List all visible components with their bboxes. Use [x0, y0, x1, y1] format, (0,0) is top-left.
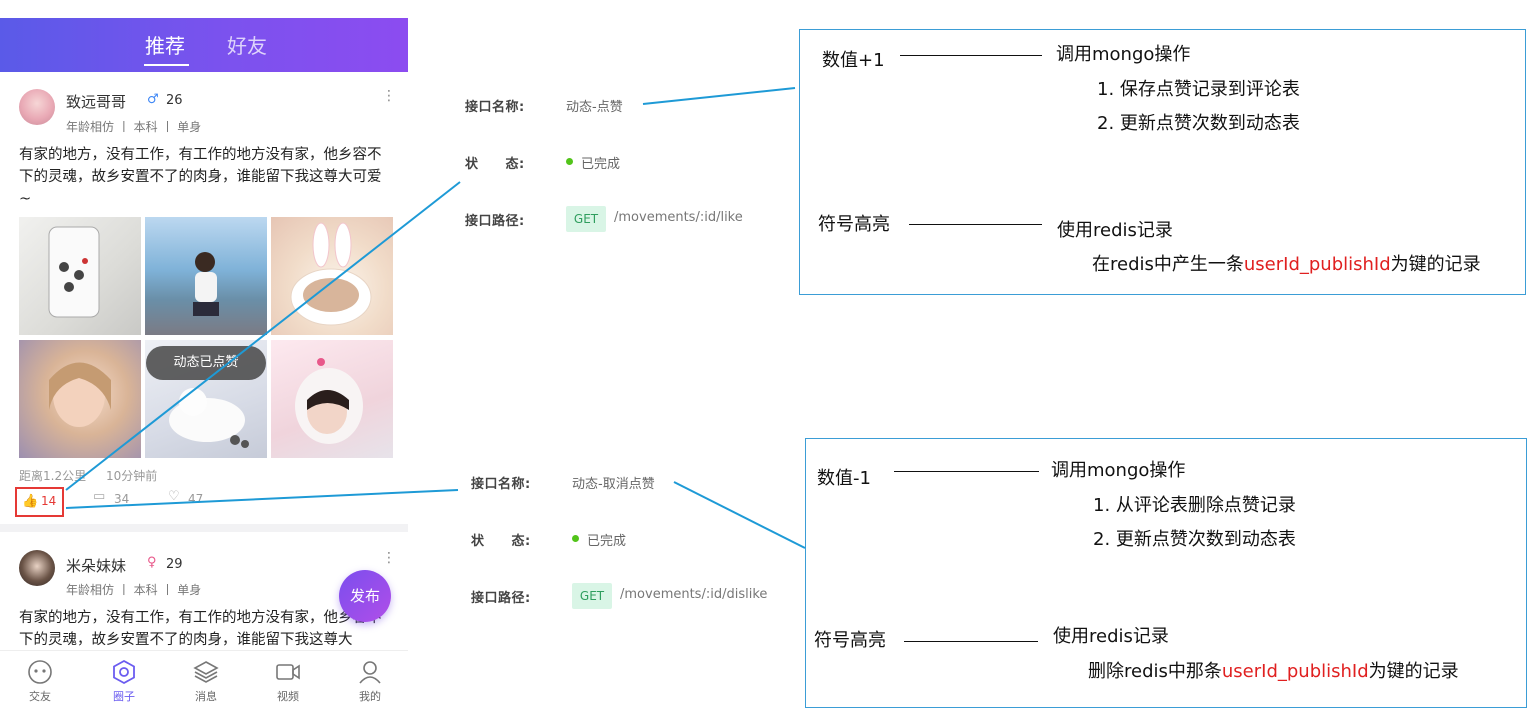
connector-dislike-to-box [673, 481, 806, 549]
coffee-cup-illustration [290, 222, 372, 326]
connector-like-to-box [642, 87, 796, 105]
mongo-title: 调用mongo操作 [1051, 460, 1186, 481]
http-method-badge: GET [572, 583, 612, 609]
portrait-illustration [49, 362, 111, 427]
user-meta: 年龄相仿 丨 本科 丨 单身 [66, 583, 202, 597]
top-bar: 推荐 好友 [0, 18, 408, 72]
api-path: /movements/:id/dislike [620, 587, 768, 602]
more-options-icon[interactable]: ⋮ [382, 88, 396, 104]
username[interactable]: 米朵妹妹 [66, 555, 126, 576]
avatar[interactable] [19, 550, 55, 586]
highlight-label: 符号高亮 [814, 630, 886, 651]
post-image[interactable] [145, 217, 267, 335]
bottom-nav: 交友 圈子 消息 视频 我的 [0, 650, 408, 708]
post-image[interactable] [271, 217, 393, 335]
thumbs-up-icon: 👍 [22, 494, 39, 509]
like-button[interactable]: 👍 14 [15, 487, 64, 517]
love-count: 47 [188, 492, 204, 506]
api-path: /movements/:id/like [614, 210, 743, 225]
api-status-label: 状 态: [471, 534, 531, 549]
video-icon [276, 664, 300, 680]
mongo-step: 1. 从评论表删除点赞记录 [1093, 495, 1296, 516]
nav-label: 圈子 [113, 690, 135, 703]
nav-label: 我的 [359, 690, 381, 703]
tab-friends[interactable]: 好友 [227, 30, 267, 59]
status-dot [572, 535, 579, 542]
heart-icon[interactable]: ♡ [168, 489, 180, 504]
api-status: 已完成 [587, 534, 627, 549]
user-age: 29 [166, 557, 183, 572]
comment-count: 34 [114, 492, 130, 506]
like-count: 14 [41, 494, 57, 508]
redis-description: 在redis中产生一条userId_publishId为键的记录 [1092, 254, 1481, 275]
post-divider [0, 524, 408, 532]
beach-girl-illustration [193, 252, 219, 316]
connector-line [900, 55, 1042, 56]
mongo-step: 2. 更新点赞次数到动态表 [1097, 113, 1300, 134]
redis-key: userId_publishId [1243, 254, 1391, 275]
post-image-grid: 动态已点赞 [19, 217, 393, 458]
redis-title: 使用redis记录 [1057, 220, 1173, 241]
api-name-label: 接口名称: [471, 477, 531, 492]
layers-icon [193, 661, 219, 683]
girl-hood-illustration [295, 358, 363, 444]
highlight-label: 符号高亮 [818, 214, 890, 235]
http-method-badge: GET [566, 206, 606, 232]
user-icon [359, 661, 381, 684]
post-text: 有家的地方，没有工作，有工作的地方没有家，他乡容不下的灵魂，故乡安置不了的肉身，… [19, 610, 382, 648]
post-image[interactable] [19, 340, 141, 458]
nav-item-messages[interactable]: 消息 [176, 651, 236, 708]
nav-item-circle[interactable]: 圈子 [94, 651, 154, 708]
nav-item-friends[interactable]: 交友 [10, 651, 70, 708]
api-path-label: 接口路径: [471, 591, 531, 606]
redis-description: 删除redis中那条userId_publishId为键的记录 [1088, 661, 1459, 682]
nav-label: 交友 [29, 690, 51, 703]
post-image[interactable] [271, 340, 393, 458]
nav-label: 消息 [195, 690, 217, 703]
post-time: 10分钟前 [106, 469, 158, 483]
user-meta: 年龄相仿 丨 本科 丨 单身 [66, 120, 202, 134]
tab-recommend[interactable]: 推荐 [145, 30, 185, 59]
mongo-step: 1. 保存点赞记录到评论表 [1097, 79, 1300, 100]
nav-label: 视频 [277, 690, 299, 703]
status-dot [566, 158, 573, 165]
api-status: 已完成 [581, 157, 621, 172]
chat-face-icon [28, 660, 52, 684]
api-name: 动态-点赞 [566, 100, 623, 115]
male-icon: ♂ [147, 92, 159, 107]
mongo-step: 2. 更新点赞次数到动态表 [1093, 529, 1296, 550]
api-name-label: 接口名称: [465, 100, 525, 115]
nav-item-video[interactable]: 视频 [258, 651, 318, 708]
active-tab-indicator [144, 64, 189, 66]
user-age: 26 [166, 93, 183, 108]
phone-screen: 推荐 好友 致远哥哥 ♂ 26 年龄相仿 丨 本科 丨 单身 ⋮ 有家的地方，没… [0, 18, 408, 708]
avatar[interactable] [19, 89, 55, 125]
dislike-annotation-box: 数值-1 调用mongo操作 1. 从评论表删除点赞记录 2. 更新点赞次数到动… [805, 438, 1527, 708]
toast-message: 动态已点赞 [146, 346, 266, 380]
post-distance: 距离1.2公里 [19, 469, 87, 483]
more-options-icon[interactable]: ⋮ [382, 550, 396, 566]
feed-post: 致远哥哥 ♂ 26 年龄相仿 丨 本科 丨 单身 ⋮ 有家的地方，没有工作，有工… [0, 72, 408, 524]
nav-item-me[interactable]: 我的 [340, 651, 400, 708]
connector-line [904, 641, 1038, 642]
connector-line [909, 224, 1042, 225]
comment-icon[interactable]: ▭ [93, 489, 105, 504]
like-annotation-box: 数值+1 调用mongo操作 1. 保存点赞记录到评论表 2. 更新点赞次数到动… [799, 29, 1526, 295]
count-change-label: 数值+1 [822, 50, 885, 71]
username[interactable]: 致远哥哥 [66, 91, 126, 112]
phone-case-illustration [48, 226, 100, 318]
publish-button[interactable]: 发布 [339, 570, 391, 622]
mongo-title: 调用mongo操作 [1056, 44, 1191, 65]
count-change-label: 数值-1 [817, 468, 871, 489]
api-name: 动态-取消点赞 [572, 477, 655, 492]
post-text: 有家的地方，没有工作，有工作的地方没有家，他乡容不下的灵魂，故乡安置不了的肉身，… [19, 147, 382, 207]
female-icon: ♀ [147, 555, 157, 570]
api-status-label: 状 态: [465, 157, 525, 172]
redis-title: 使用redis记录 [1053, 626, 1169, 647]
post-image[interactable] [19, 217, 141, 335]
hexagon-icon [113, 659, 135, 685]
api-path-label: 接口路径: [465, 214, 525, 229]
connector-line [894, 471, 1039, 472]
redis-key: userId_publishId [1221, 661, 1369, 682]
